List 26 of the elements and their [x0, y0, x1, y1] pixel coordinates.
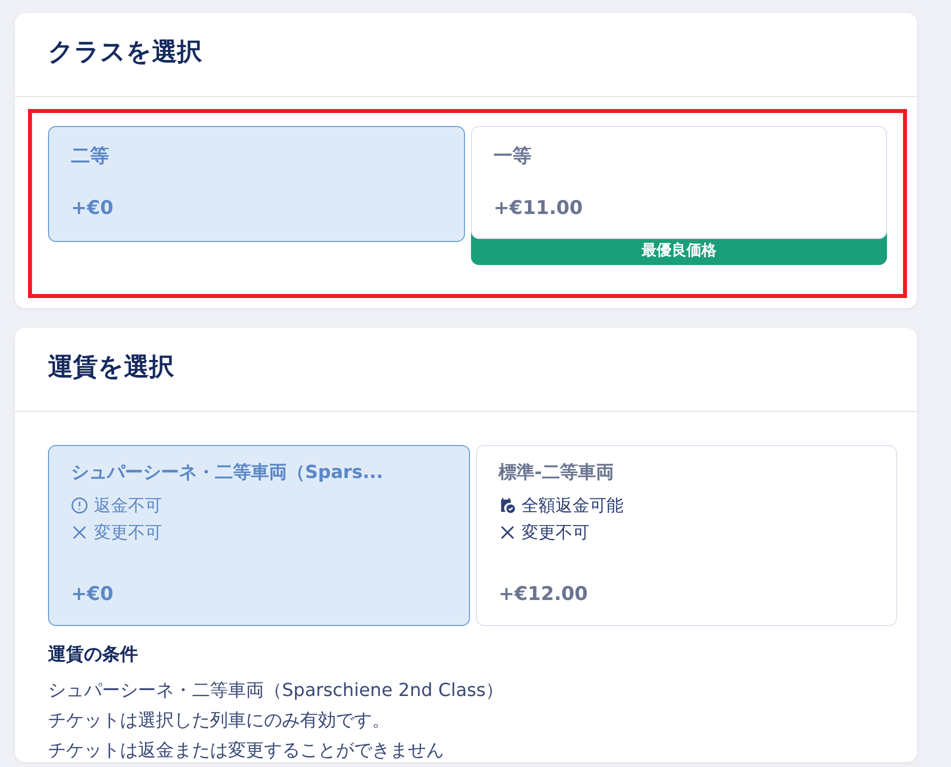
section-title: 運賃を選択 [15, 328, 917, 412]
conditions-title: 運賃の条件 [48, 643, 139, 666]
calendar-check-icon [498, 497, 516, 514]
option-price: +€0 [71, 197, 114, 219]
fare-price: +€12.00 [498, 583, 588, 605]
close-icon [71, 524, 88, 541]
class-option[interactable]: 二等 +€0 [48, 126, 464, 242]
fare-name: シュパーシーネ・二等車両（Spars... [71, 461, 384, 484]
fare-option[interactable]: 標準-二等車両 全額返金可能 変更不可 +€12.00 [476, 445, 897, 626]
fare-price: +€0 [71, 583, 114, 605]
conditions-text: チケットは選択した列車にのみ有効です。 [48, 710, 391, 732]
fare-feature: 全額返金可能 [522, 495, 624, 517]
conditions-text: チケットは返金または変更することができません [48, 740, 445, 762]
option-price: +€11.00 [494, 197, 583, 219]
class-option[interactable]: 一等 +€11.00 [470, 126, 887, 239]
fare-feature: 変更不可 [94, 522, 162, 544]
fare-name: 標準-二等車両 [498, 461, 614, 484]
conditions-text: シュパーシーネ・二等車両（Sparschiene 2nd Class） [48, 680, 505, 702]
option-name: 二等 [71, 144, 109, 169]
option-name: 一等 [494, 144, 532, 169]
info-icon [71, 497, 88, 514]
section-title: クラスを選択 [15, 13, 917, 97]
fare-feature: 変更不可 [522, 522, 590, 544]
fare-feature: 返金不可 [94, 495, 162, 517]
close-icon [498, 524, 516, 541]
fare-option[interactable]: シュパーシーネ・二等車両（Spars... 返金不可 変更不可 +€0 [48, 445, 470, 626]
